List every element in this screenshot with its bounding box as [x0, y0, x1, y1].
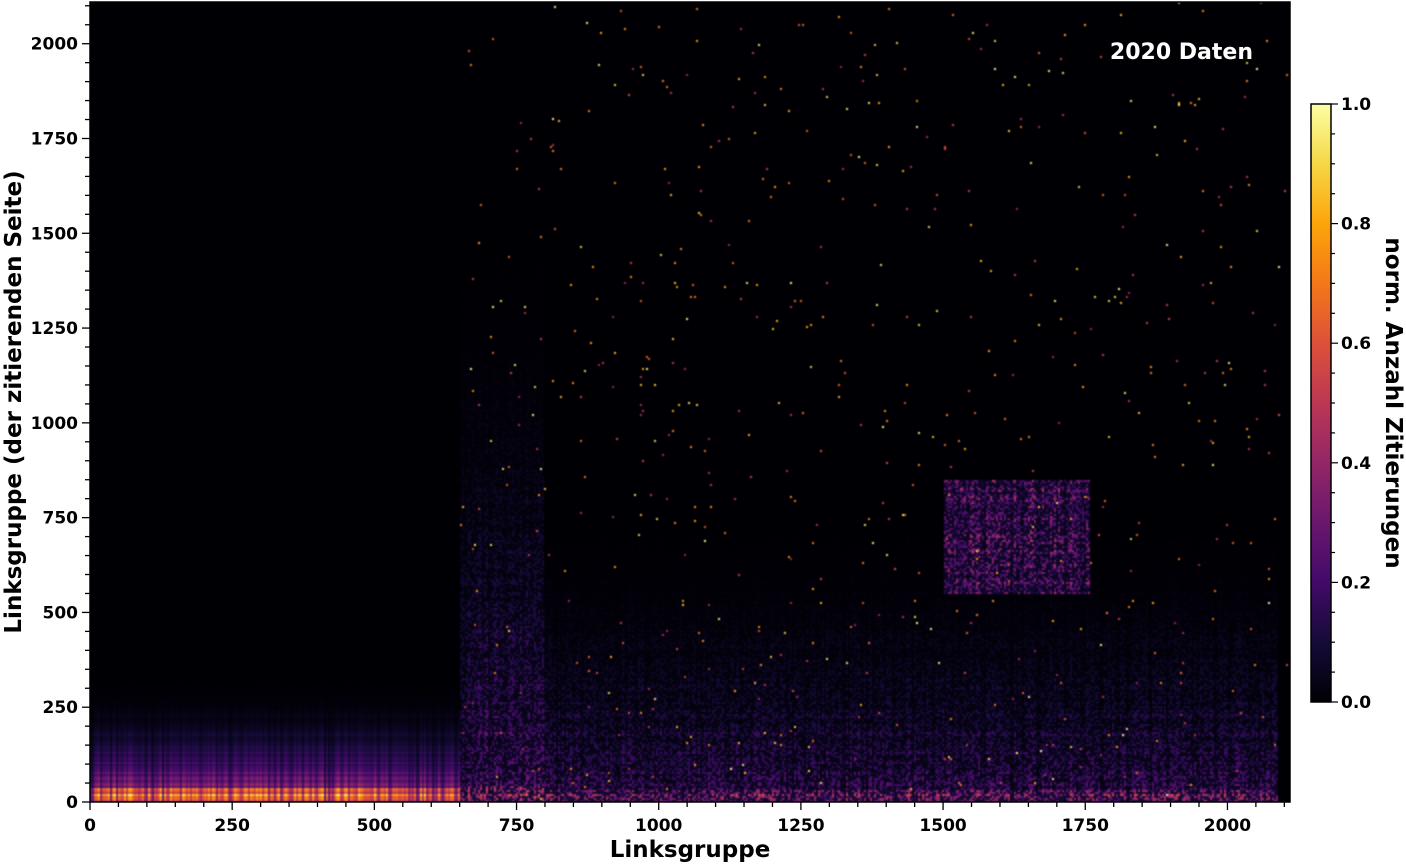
heatmap-chart: 0 250 500 750 1000 1250 1500 1750 2000 0 250 500 75…: [1, 1, 1406, 863]
y-tick-label: 1250: [31, 319, 78, 339]
y-tick-label: 1500: [31, 224, 78, 244]
x-tick-label: 500: [357, 816, 393, 836]
x-axis-title: Linksgruppe: [610, 837, 771, 863]
colorbar-tick-label: 0.6: [1341, 334, 1371, 354]
y-axis-title: Linksgruppe (der zitierenden Seite): [1, 170, 27, 633]
colorbar-tick-label: 0.2: [1341, 573, 1371, 593]
colorbar-tick-label: 1.0: [1341, 95, 1371, 115]
annotation-label: 2020 Daten: [1110, 40, 1253, 65]
plot-area: [89, 1, 1291, 803]
colorbar: 0.0 0.2 0.4 0.6 0.8 1.0: [1310, 95, 1371, 713]
x-tick-label: 750: [499, 816, 535, 836]
x-tick-label: 1250: [777, 816, 824, 836]
colorbar-tick-label: 0.8: [1341, 215, 1371, 235]
x-tick-label: 1500: [919, 816, 966, 836]
y-tick-label: 500: [43, 603, 79, 623]
y-tick-label: 1000: [31, 414, 78, 434]
x-tick-label: 1750: [1062, 816, 1109, 836]
colorbar-gradient: [1310, 103, 1332, 703]
y-tick-label: 2000: [31, 35, 78, 55]
x-tick-label: 250: [214, 816, 250, 836]
y-tick-label: 1750: [31, 129, 78, 149]
x-tick-label: 1000: [635, 816, 682, 836]
x-tick-label: 2000: [1204, 816, 1251, 836]
y-tick-label: 250: [43, 698, 79, 718]
colorbar-tick-label: 0.0: [1341, 693, 1371, 713]
y-tick-label: 0: [66, 793, 78, 813]
x-tick-label: 0: [84, 816, 96, 836]
y-tick-label: 750: [43, 509, 79, 529]
heatmap-cells: [90, 2, 1290, 802]
colorbar-title: norm. Anzahl Zitierungen: [1380, 237, 1406, 568]
colorbar-tick-label: 0.4: [1341, 454, 1371, 474]
